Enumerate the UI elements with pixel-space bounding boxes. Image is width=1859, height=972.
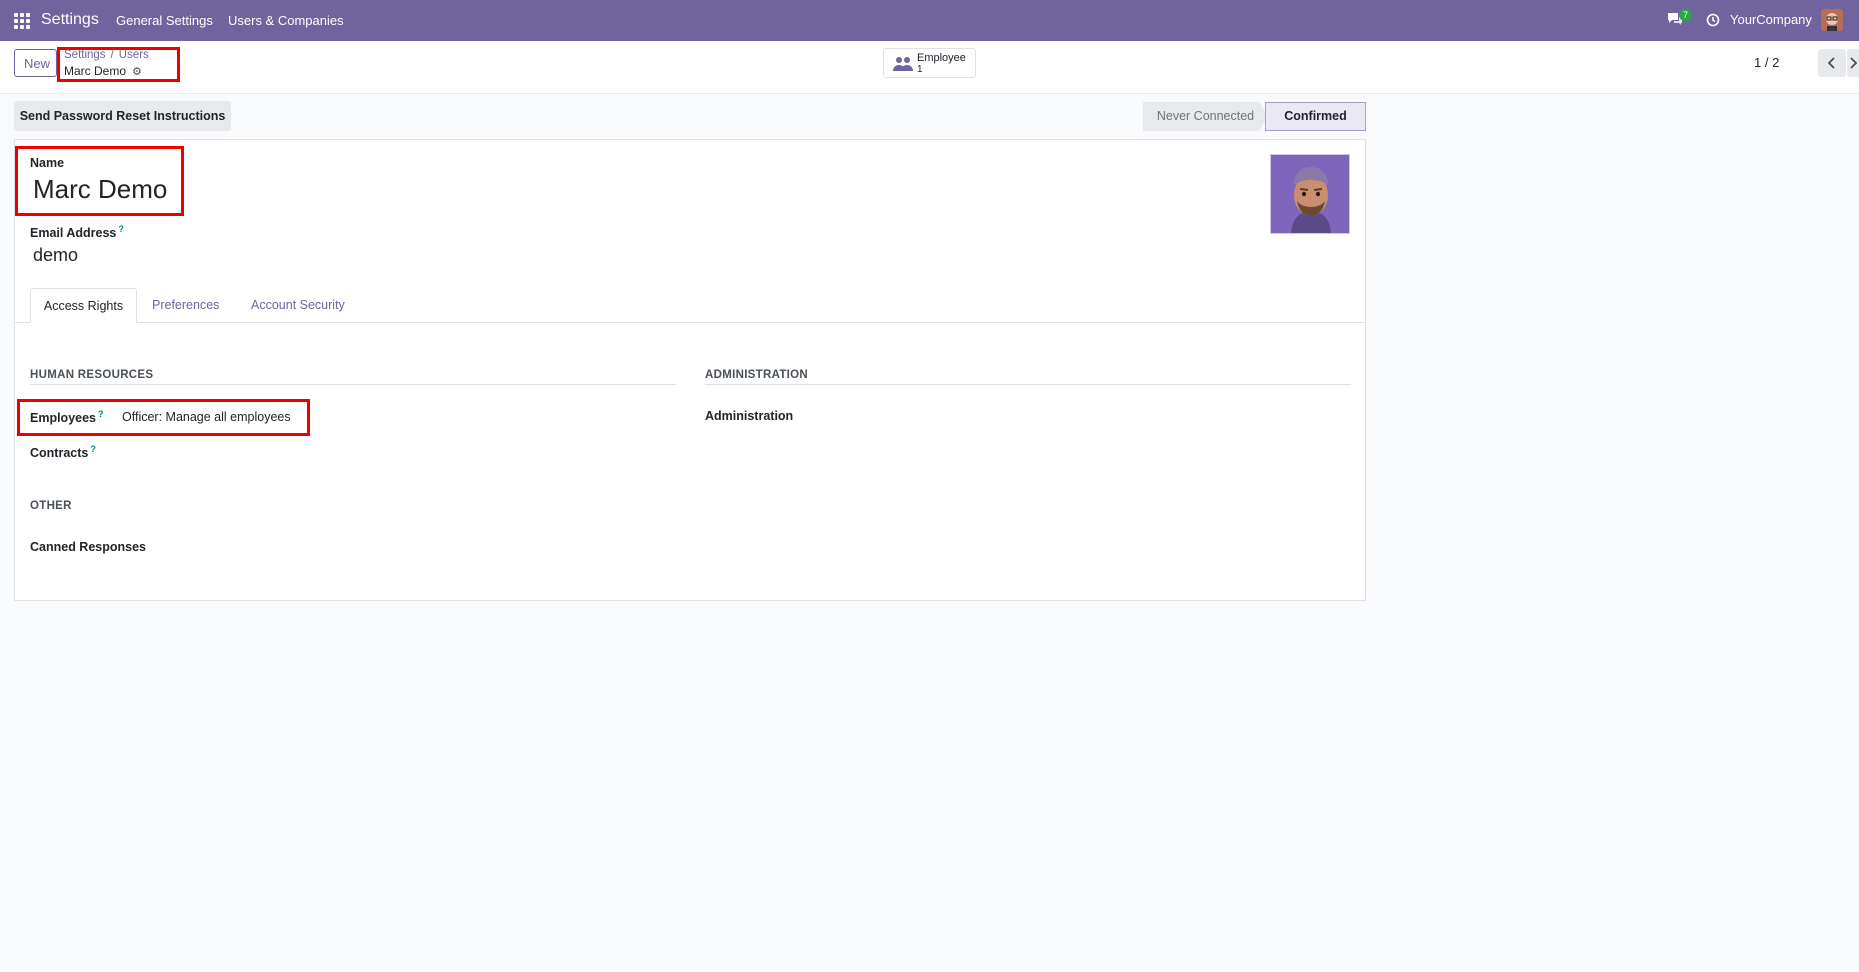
section-administration: ADMINISTRATION xyxy=(705,369,809,381)
tab-account-security[interactable]: Account Security xyxy=(251,298,345,312)
record-name: Marc Demo xyxy=(64,64,127,78)
canned-responses-label: Canned Responses xyxy=(30,540,147,554)
name-label: Name xyxy=(30,156,65,170)
tab-preferences[interactable]: Preferences xyxy=(152,298,219,312)
section-divider xyxy=(705,384,1351,385)
section-divider xyxy=(30,384,676,385)
apps-menu-icon[interactable] xyxy=(14,13,30,29)
email-label: Email Address? xyxy=(30,224,124,240)
section-human-resources: HUMAN RESOURCES xyxy=(30,369,154,381)
gear-icon[interactable]: ⚙ xyxy=(132,65,142,78)
user-avatar[interactable] xyxy=(1821,9,1843,31)
employee-smart-button[interactable]: Employee 1 xyxy=(883,48,976,78)
help-icon[interactable]: ? xyxy=(90,444,96,454)
help-icon[interactable]: ? xyxy=(118,224,124,234)
chat-badge: 7 xyxy=(1679,9,1693,21)
email-label-text: Email Address xyxy=(30,226,117,241)
menu-general-settings[interactable]: General Settings xyxy=(116,13,213,28)
email-field[interactable]: demo xyxy=(33,245,78,266)
pager-value[interactable]: 1 / 2 xyxy=(1754,55,1779,70)
chevron-right-icon xyxy=(1850,57,1858,69)
breadcrumb: Settings / Users xyxy=(64,49,149,61)
breadcrumb-current: Marc Demo ⚙ xyxy=(64,64,142,78)
status-confirmed[interactable]: Confirmed xyxy=(1265,102,1366,131)
tab-access-rights[interactable]: Access Rights xyxy=(30,288,137,323)
send-password-reset-button[interactable]: Send Password Reset Instructions xyxy=(14,101,231,131)
pager-next-button[interactable] xyxy=(1847,49,1859,77)
breadcrumb-users[interactable]: Users xyxy=(119,49,149,61)
new-button[interactable]: New xyxy=(14,49,57,77)
employees-label: Employees? xyxy=(30,409,104,425)
chevron-left-icon xyxy=(1827,57,1835,69)
top-navbar: Settings General Settings Users & Compan… xyxy=(0,0,1859,41)
breadcrumb-settings[interactable]: Settings xyxy=(64,49,106,61)
company-switcher[interactable]: YourCompany xyxy=(1730,12,1812,27)
name-field[interactable]: Marc Demo xyxy=(33,174,167,205)
contracts-label-text: Contracts xyxy=(30,446,89,461)
contracts-label: Contracts? xyxy=(30,444,96,460)
section-other: OTHER xyxy=(30,500,72,512)
employees-label-text: Employees xyxy=(30,411,97,426)
users-icon xyxy=(893,56,913,77)
employees-select[interactable]: Officer: Manage all employees xyxy=(122,410,291,424)
clock-icon[interactable] xyxy=(1706,13,1720,32)
status-never-connected[interactable]: Never Connected xyxy=(1143,102,1268,131)
app-title[interactable]: Settings xyxy=(41,11,99,29)
smart-button-label: Employee xyxy=(917,52,966,64)
help-icon[interactable]: ? xyxy=(98,409,104,419)
administration-label: Administration xyxy=(705,409,794,423)
smart-button-count: 1 xyxy=(917,64,923,75)
menu-users-companies[interactable]: Users & Companies xyxy=(228,13,344,28)
form-sheet xyxy=(14,139,1366,601)
profile-image[interactable] xyxy=(1270,154,1350,234)
pager-previous-button[interactable] xyxy=(1818,49,1846,77)
tabs-divider xyxy=(14,322,1366,323)
